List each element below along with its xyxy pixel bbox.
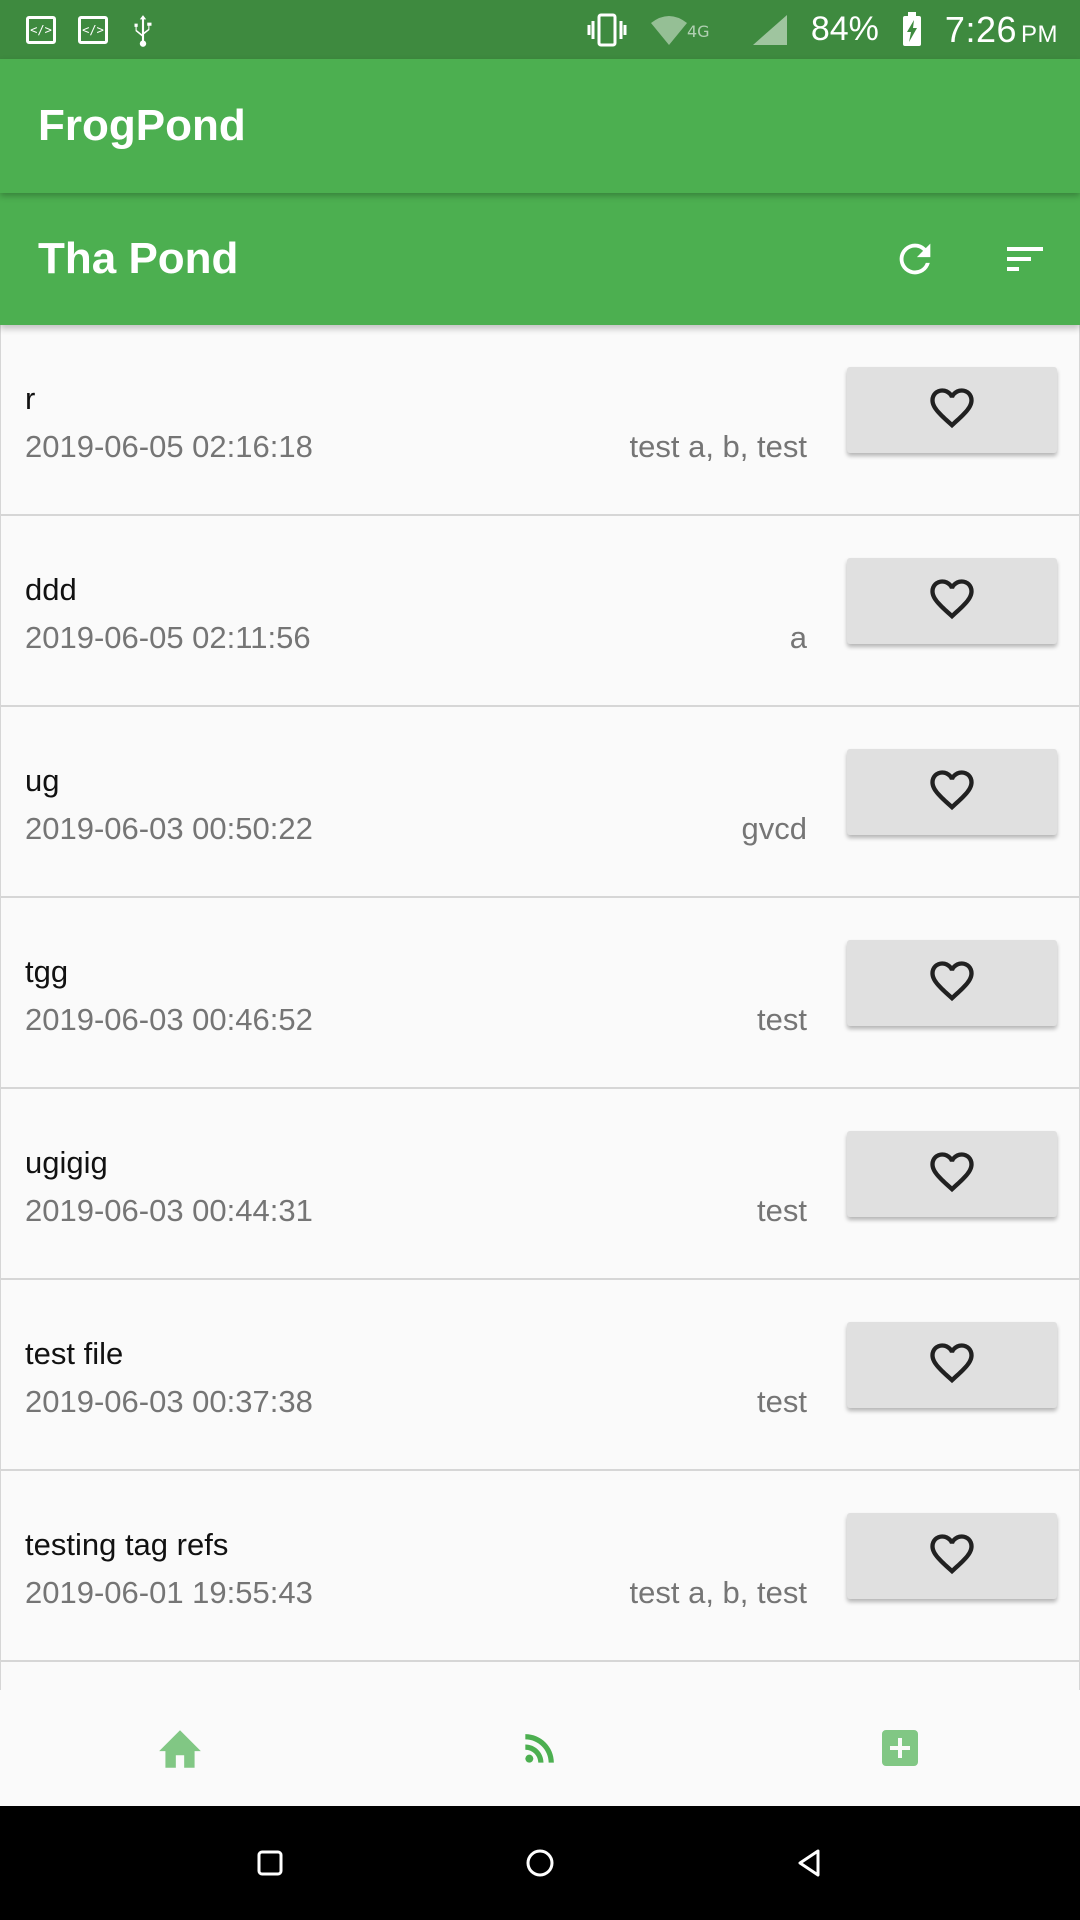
- heart-outline-icon: [930, 1343, 974, 1384]
- post-title: tgg: [25, 954, 69, 989]
- status-bar: </> </> 4G 84% 7:26 PM: [0, 0, 1080, 59]
- post-date: 2019-06-03 00:46:52: [25, 1002, 313, 1037]
- post-title: ug: [25, 763, 60, 798]
- recents-icon: [257, 1850, 283, 1876]
- code-icon: </>: [78, 15, 108, 44]
- post-date: 2019-06-03 00:37:38: [25, 1384, 313, 1419]
- sort-icon: [1007, 247, 1043, 271]
- nav-home[interactable]: [0, 1690, 360, 1806]
- add-box-icon: [882, 1730, 918, 1766]
- heart-outline-icon: [930, 579, 974, 620]
- like-button[interactable]: [847, 367, 1057, 453]
- post-tags: test: [757, 1384, 807, 1419]
- feed-icon: [525, 1734, 554, 1763]
- like-button[interactable]: [847, 749, 1057, 835]
- clock: 7:26 PM: [945, 9, 1058, 51]
- post-list[interactable]: r 2019-06-05 02:16:18 test a, b, test dd…: [0, 325, 1080, 1690]
- post-list-item[interactable]: testing tag refs 2019-06-01 19:55:43 tes…: [0, 1471, 1080, 1662]
- like-button[interactable]: [847, 1131, 1057, 1217]
- code-icon: </>: [26, 15, 56, 44]
- post-title: r: [25, 381, 36, 416]
- bottom-navigation: [0, 1690, 1080, 1806]
- sort-button[interactable]: [970, 204, 1080, 314]
- post-list-item[interactable]: ddd 2019-06-05 02:11:56 a: [0, 516, 1080, 707]
- post-date: 2019-06-05 02:16:18: [25, 429, 313, 464]
- back-icon: [798, 1849, 820, 1877]
- heart-outline-icon: [930, 388, 974, 429]
- post-tags: test: [757, 1002, 807, 1037]
- recents-button[interactable]: [240, 1833, 300, 1893]
- heart-outline-icon: [930, 1152, 974, 1193]
- like-button[interactable]: [847, 1322, 1057, 1408]
- post-date: 2019-06-05 02:11:56: [25, 620, 311, 655]
- post-tags: test a, b, test: [629, 429, 807, 464]
- clock-time: 7:26: [944, 8, 1017, 50]
- home-button[interactable]: [510, 1833, 570, 1893]
- post-tags: a: [789, 620, 807, 655]
- status-bar-left: </> </>: [26, 13, 156, 47]
- app-screen: </> </> 4G 84% 7:26 PM FrogPond Tha Pond…: [0, 0, 1080, 1920]
- network-type: 4G: [687, 22, 710, 41]
- status-bar-right: 4G 84% 7:26 PM: [587, 9, 1058, 51]
- section-actions: [860, 204, 1080, 314]
- back-button[interactable]: [780, 1833, 840, 1893]
- post-title: ugigig: [25, 1145, 108, 1180]
- like-button[interactable]: [847, 558, 1057, 644]
- like-button[interactable]: [847, 940, 1057, 1026]
- nav-add[interactable]: [720, 1690, 1080, 1806]
- post-tags: test a, b, test: [629, 1575, 807, 1610]
- section-title: Tha Pond: [38, 234, 239, 283]
- wifi-icon: 4G: [650, 15, 710, 45]
- heart-outline-icon: [930, 770, 974, 811]
- section-header: Tha Pond: [0, 193, 1080, 325]
- post-title: testing tag refs: [25, 1527, 229, 1562]
- battery-percent: 84%: [810, 10, 879, 48]
- post-title: ddd: [25, 572, 77, 607]
- battery-charging-icon: [902, 11, 921, 46]
- home-icon: [159, 1730, 201, 1768]
- nav-feed[interactable]: [360, 1690, 720, 1806]
- home-circle-icon: [526, 1849, 554, 1877]
- post-tags: gvcd: [741, 811, 807, 846]
- post-date: 2019-06-03 00:50:22: [25, 811, 313, 846]
- post-list-item[interactable]: ugigig 2019-06-03 00:44:31 test: [0, 1089, 1080, 1280]
- heart-outline-icon: [930, 961, 974, 1002]
- system-navigation-bar: [0, 1806, 1080, 1920]
- usb-icon: [134, 14, 152, 47]
- app-title: FrogPond: [38, 101, 246, 150]
- post-list-item[interactable]: test file 2019-06-03 00:37:38 test: [0, 1280, 1080, 1471]
- refresh-button[interactable]: [860, 204, 970, 314]
- post-list-item[interactable]: r 2019-06-05 02:16:18 test a, b, test: [0, 325, 1080, 516]
- app-bar: FrogPond: [0, 59, 1080, 193]
- vibrate-icon: [587, 13, 627, 46]
- post-title: test file: [25, 1336, 124, 1371]
- clock-ampm: PM: [1021, 20, 1058, 48]
- post-list-item-partial[interactable]: [0, 1662, 1080, 1690]
- post-date: 2019-06-01 19:55:43: [25, 1575, 313, 1610]
- signal-icon: [752, 14, 787, 45]
- post-list-item[interactable]: tgg 2019-06-03 00:46:52 test: [0, 898, 1080, 1089]
- post-tags: test: [757, 1193, 807, 1228]
- like-button[interactable]: [847, 1513, 1057, 1599]
- post-date: 2019-06-03 00:44:31: [25, 1193, 313, 1228]
- heart-outline-icon: [930, 1534, 974, 1575]
- refresh-icon: [899, 243, 931, 275]
- post-list-item[interactable]: ug 2019-06-03 00:50:22 gvcd: [0, 707, 1080, 898]
